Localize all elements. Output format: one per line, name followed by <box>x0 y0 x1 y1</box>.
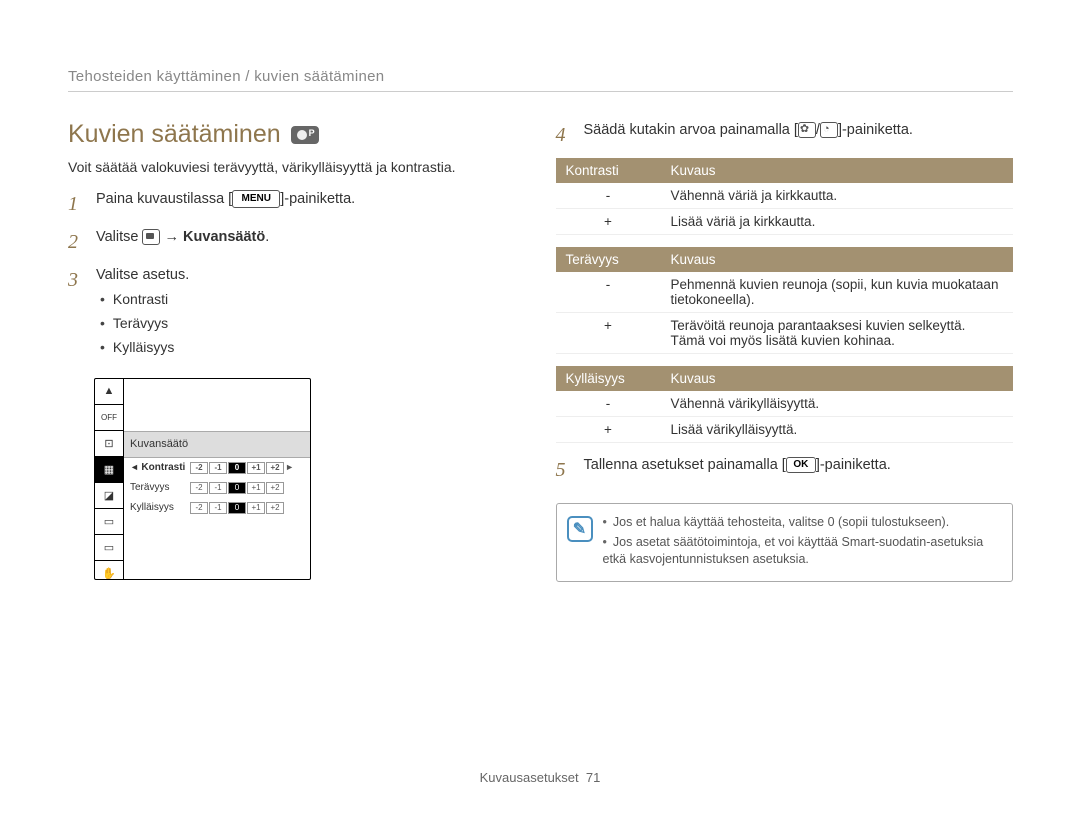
sublist-item: Kylläisyys <box>100 337 189 358</box>
sidebar-icon-selected: ▦ <box>95 457 123 483</box>
table-header: Kuvaus <box>661 158 1014 183</box>
menu-button-icon: MENU <box>232 190 280 208</box>
table-cell-value: Pehmennä kuvien reunoja (sopii, kun kuvi… <box>661 272 1014 313</box>
step-5: 5 Tallenna asetukset painamalla [OK]-pai… <box>556 455 1014 485</box>
table-header: Kuvaus <box>661 366 1014 391</box>
table-cell-key: - <box>556 391 661 417</box>
table-kontrasti: Kontrasti Kuvaus - Vähennä väriä ja kirk… <box>556 158 1014 235</box>
step-number: 2 <box>68 227 86 257</box>
slider-ticks: -2-10+1+2 <box>190 462 284 474</box>
note-icon: ✎ <box>567 516 593 542</box>
macro-icon <box>798 122 816 138</box>
step-2-text-a: Valitse <box>96 229 142 245</box>
footer-section: Kuvausasetukset <box>480 770 579 785</box>
slider-label: Terävyys <box>130 482 186 493</box>
breadcrumb: Tehosteiden käyttäminen / kuvien säätämi… <box>68 68 1013 92</box>
table-cell-key: - <box>556 183 661 209</box>
table-cell-key: + <box>556 417 661 443</box>
slider-label: Kylläisyys <box>130 502 186 513</box>
slider-ticks: -2-10+1+2 <box>190 502 284 514</box>
table-cell-key: - <box>556 272 661 313</box>
camera-menu-sidebar: ▲ OFF ⊡ ▦ ◪ ▭ ▭ ✋ MENU <box>95 379 124 579</box>
steps-list-right-2: 5 Tallenna asetukset painamalla [OK]-pai… <box>556 455 1014 485</box>
steps-list-right: 4 Säädä kutakin arvoa painamalla [/]-pai… <box>556 120 1014 150</box>
slider-row-kontrasti: Kontrasti -2-10+1+2 <box>124 458 310 478</box>
bottom-left-label: Edell. <box>95 579 130 580</box>
step-2-target: Kuvansäätö <box>183 229 265 245</box>
step-number: 5 <box>556 455 574 485</box>
camera-menu-bottombar: Edell. ✥ Siirrä <box>95 579 310 580</box>
table-cell-value: Lisää väriä ja kirkkautta. <box>661 209 1014 235</box>
step-4: 4 Säädä kutakin arvoa painamalla [/]-pai… <box>556 120 1014 150</box>
slider-ticks: -2-10+1+2 <box>190 482 284 494</box>
step-3-text: Valitse asetus. <box>96 267 189 283</box>
table-row: + Lisää väriä ja kirkkautta. <box>556 209 1014 235</box>
sidebar-icon: ▭ <box>95 509 123 535</box>
table-cell-value: Lisää värikylläisyyttä. <box>661 417 1014 443</box>
step-3: 3 Valitse asetus. Kontrasti Terävyys Kyl… <box>68 265 526 370</box>
table-cell-value: Vähennä värikylläisyyttä. <box>661 391 1014 417</box>
slider-label: Kontrasti <box>130 462 186 473</box>
step-number: 1 <box>68 189 86 219</box>
page-title: Kuvien säätäminen <box>68 120 319 149</box>
step-4-text-c: ]-painiketta. <box>838 122 913 138</box>
section-title-text: Kuvien säätäminen <box>68 120 281 149</box>
bottom-right-label: Siirrä <box>150 579 183 580</box>
sublist-item: Terävyys <box>100 313 189 334</box>
sidebar-icon: ✋ <box>95 561 123 580</box>
camera-menu-main: Kuvansäätö Kontrasti -2-10+1+2 Terävyys … <box>123 379 310 579</box>
table-row: - Vähennä värikylläisyyttä. <box>556 391 1014 417</box>
step-2-text-c: . <box>265 229 269 245</box>
mode-icon <box>291 126 319 144</box>
table-cell-key: + <box>556 313 661 354</box>
note-item: Jos asetat säätötoimintoja, et voi käytt… <box>603 534 999 569</box>
step-3-sublist: Kontrasti Terävyys Kylläisyys <box>96 289 189 358</box>
step-4-text-a: Säädä kutakin arvoa painamalla [ <box>584 122 798 138</box>
note-item: Jos et halua käyttää tehosteita, valitse… <box>603 514 999 532</box>
table-teravyys: Terävyys Kuvaus - Pehmennä kuvien reunoj… <box>556 247 1014 354</box>
table-cell-value: Vähennä väriä ja kirkkautta. <box>661 183 1014 209</box>
ok-button-icon: OK <box>786 457 816 473</box>
sidebar-icon: ▲ <box>95 379 123 405</box>
sidebar-icon: ◪ <box>95 483 123 509</box>
slider-row-teravyys: Terävyys -2-10+1+2 <box>124 478 310 498</box>
camera-menu-title: Kuvansäätö <box>124 432 310 458</box>
footer-page-number: 71 <box>586 770 600 785</box>
left-column: Kuvien säätäminen Voit säätää valokuvies… <box>68 120 526 588</box>
camera-icon <box>142 229 160 245</box>
camera-menu-screenshot: ▲ OFF ⊡ ▦ ◪ ▭ ▭ ✋ MENU Kuvansäätö <box>94 378 311 580</box>
note-box: ✎ Jos et halua käyttää tehosteita, valit… <box>556 503 1014 582</box>
table-row: - Vähennä väriä ja kirkkautta. <box>556 183 1014 209</box>
table-kyllaisyys: Kylläisyys Kuvaus - Vähennä värikylläisy… <box>556 366 1014 443</box>
sidebar-icon: OFF <box>95 405 123 431</box>
table-header: Kuvaus <box>661 247 1014 272</box>
step-5-text-b: ]-painiketta. <box>816 457 891 473</box>
table-cell-key: + <box>556 209 661 235</box>
table-cell-value: Terävöitä reunoja parantaaksesi kuvien s… <box>661 313 1014 354</box>
lead-text: Voit säätää valokuviesi terävyyttä, väri… <box>68 159 526 175</box>
step-1-text-a: Paina kuvaustilassa [ <box>96 191 232 207</box>
table-header: Terävyys <box>556 247 661 272</box>
step-number: 4 <box>556 120 574 150</box>
table-row: + Lisää värikylläisyyttä. <box>556 417 1014 443</box>
table-header: Kylläisyys <box>556 366 661 391</box>
step-1-text-b: ]-painiketta. <box>280 191 355 207</box>
step-2-arrow: → <box>160 229 183 245</box>
steps-list: 1 Paina kuvaustilassa [MENU]-painiketta.… <box>68 189 526 370</box>
right-column: 4 Säädä kutakin arvoa painamalla [/]-pai… <box>556 120 1014 588</box>
step-number: 3 <box>68 265 86 370</box>
slider-row-kyllaisyys: Kylläisyys -2-10+1+2 <box>124 498 310 518</box>
sidebar-icon: ▭ <box>95 535 123 561</box>
table-header: Kontrasti <box>556 158 661 183</box>
page-footer: Kuvausasetukset 71 <box>0 770 1080 785</box>
table-row: - Pehmennä kuvien reunoja (sopii, kun ku… <box>556 272 1014 313</box>
step-5-text-a: Tallenna asetukset painamalla [ <box>584 457 786 473</box>
step-2: 2 Valitse → Kuvansäätö. <box>68 227 526 257</box>
sidebar-icon: ⊡ <box>95 431 123 457</box>
table-row: + Terävöitä reunoja parantaaksesi kuvien… <box>556 313 1014 354</box>
sublist-item: Kontrasti <box>100 289 189 310</box>
timer-icon <box>820 122 838 138</box>
step-1: 1 Paina kuvaustilassa [MENU]-painiketta. <box>68 189 526 219</box>
